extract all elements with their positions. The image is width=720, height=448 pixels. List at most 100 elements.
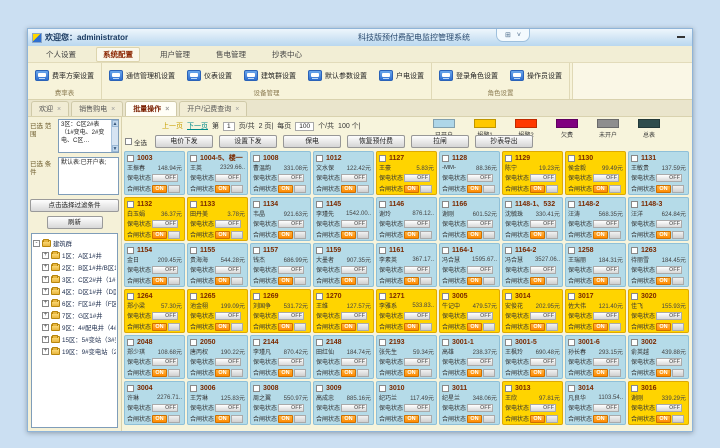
card-checkbox[interactable] (379, 339, 386, 346)
switch-on-toggle[interactable]: ON (341, 277, 356, 285)
power-keep-off-toggle[interactable]: OFF (593, 404, 619, 412)
expand-icon[interactable]: + (42, 300, 49, 307)
ribbon-button[interactable]: 通信管理机设置 (106, 68, 178, 83)
power-keep-off-toggle[interactable]: OFF (278, 174, 304, 182)
power-keep-off-toggle[interactable]: OFF (152, 266, 178, 274)
switch-on-toggle[interactable]: ON (530, 231, 545, 239)
switch-on-toggle[interactable]: ON (656, 185, 671, 193)
power-keep-off-toggle[interactable]: OFF (530, 358, 556, 366)
switch-on-toggle[interactable]: ON (593, 277, 608, 285)
card-checkbox[interactable] (568, 293, 575, 300)
power-keep-off-toggle[interactable]: OFF (530, 266, 556, 274)
switch-on-toggle[interactable]: ON (404, 369, 419, 377)
power-keep-off-toggle[interactable]: OFF (152, 220, 178, 228)
scroll-down-icon[interactable]: ▼ (112, 145, 119, 152)
switch-on-toggle[interactable]: ON (593, 231, 608, 239)
switch-on-toggle[interactable]: ON (152, 231, 167, 239)
switch-on-toggle[interactable]: ON (404, 323, 419, 331)
power-keep-off-toggle[interactable]: OFF (467, 404, 493, 412)
card-checkbox[interactable] (442, 201, 449, 208)
card-checkbox[interactable] (127, 201, 134, 208)
card-checkbox[interactable] (127, 293, 134, 300)
card-checkbox[interactable] (568, 155, 575, 162)
switch-on-toggle[interactable]: ON (278, 323, 293, 331)
power-keep-off-toggle[interactable]: OFF (593, 174, 619, 182)
card-checkbox[interactable] (442, 293, 449, 300)
card-checkbox[interactable] (631, 293, 638, 300)
card-checkbox[interactable] (127, 155, 134, 162)
menu-tab[interactable]: 售电管理 (210, 48, 252, 61)
power-keep-off-toggle[interactable]: OFF (341, 404, 367, 412)
switch-on-toggle[interactable]: ON (593, 369, 608, 377)
card-checkbox[interactable] (379, 201, 386, 208)
power-keep-off-toggle[interactable]: OFF (467, 358, 493, 366)
card-checkbox[interactable] (190, 247, 197, 254)
switch-on-toggle[interactable]: ON (656, 231, 671, 239)
switch-on-toggle[interactable]: ON (593, 323, 608, 331)
power-keep-off-toggle[interactable]: OFF (341, 266, 367, 274)
power-keep-off-toggle[interactable]: OFF (593, 312, 619, 320)
select-all[interactable]: 全选 (125, 137, 147, 147)
power-keep-off-toggle[interactable]: OFF (593, 358, 619, 366)
menu-tab[interactable]: 个人设置 (40, 48, 82, 61)
card-checkbox[interactable] (631, 201, 638, 208)
switch-on-toggle[interactable]: ON (656, 369, 671, 377)
listbox-scrollbar[interactable]: ▲ ▼ (111, 120, 118, 152)
switch-on-toggle[interactable]: ON (152, 415, 167, 423)
switch-on-toggle[interactable]: ON (278, 277, 293, 285)
card-checkbox[interactable] (316, 155, 323, 162)
doc-tab[interactable]: 销售购电× (71, 101, 123, 116)
tree-root[interactable]: -建筑群 (33, 237, 116, 249)
page-input[interactable]: 1 (223, 122, 235, 131)
expand-icon[interactable]: + (42, 348, 49, 355)
action-button[interactable]: 电价下发 (155, 135, 213, 148)
power-keep-off-toggle[interactable]: OFF (215, 220, 241, 228)
switch-on-toggle[interactable]: ON (278, 231, 293, 239)
power-keep-off-toggle[interactable]: OFF (467, 220, 493, 228)
selected-condition-box[interactable]: 默认表:已开户表; (58, 157, 119, 195)
action-button[interactable]: 保电 (283, 135, 341, 148)
switch-on-toggle[interactable]: ON (656, 277, 671, 285)
switch-on-toggle[interactable]: ON (341, 369, 356, 377)
power-keep-off-toggle[interactable]: OFF (530, 404, 556, 412)
power-keep-off-toggle[interactable]: OFF (467, 174, 493, 182)
card-checkbox[interactable] (568, 247, 575, 254)
switch-on-toggle[interactable]: ON (341, 323, 356, 331)
switch-on-toggle[interactable]: ON (341, 415, 356, 423)
close-icon[interactable]: × (165, 106, 169, 113)
switch-on-toggle[interactable]: ON (404, 185, 419, 193)
power-keep-off-toggle[interactable]: OFF (467, 266, 493, 274)
switch-on-toggle[interactable]: ON (152, 277, 167, 285)
card-checkbox[interactable] (127, 247, 134, 254)
power-keep-off-toggle[interactable]: OFF (593, 266, 619, 274)
tree-item[interactable]: +9区：4#配电井（4#配… (33, 321, 116, 333)
power-keep-off-toggle[interactable]: OFF (530, 174, 556, 182)
switch-on-toggle[interactable]: ON (152, 323, 167, 331)
power-keep-off-toggle[interactable]: OFF (215, 312, 241, 320)
doc-tab[interactable]: 开户/记费查询× (179, 101, 247, 116)
card-checkbox[interactable] (316, 385, 323, 392)
page-input[interactable]: 100 (295, 122, 314, 131)
switch-on-toggle[interactable]: ON (467, 185, 482, 193)
switch-on-toggle[interactable]: ON (341, 185, 356, 193)
ribbon-button[interactable]: 默认参数设置 (305, 68, 370, 83)
card-checkbox[interactable] (631, 339, 638, 346)
card-checkbox[interactable] (253, 293, 260, 300)
power-keep-off-toggle[interactable]: OFF (152, 358, 178, 366)
power-keep-off-toggle[interactable]: OFF (656, 220, 682, 228)
minimize-button[interactable] (674, 32, 688, 41)
switch-on-toggle[interactable]: ON (278, 415, 293, 423)
switch-on-toggle[interactable]: ON (215, 277, 230, 285)
power-keep-off-toggle[interactable]: OFF (341, 174, 367, 182)
card-checkbox[interactable] (505, 293, 512, 300)
power-keep-off-toggle[interactable]: OFF (530, 312, 556, 320)
power-keep-off-toggle[interactable]: OFF (593, 220, 619, 228)
card-checkbox[interactable] (316, 201, 323, 208)
power-keep-off-toggle[interactable]: OFF (215, 174, 241, 182)
card-checkbox[interactable] (253, 339, 260, 346)
card-checkbox[interactable] (253, 155, 260, 162)
card-checkbox[interactable] (568, 201, 575, 208)
switch-on-toggle[interactable]: ON (593, 415, 608, 423)
power-keep-off-toggle[interactable]: OFF (278, 220, 304, 228)
switch-on-toggle[interactable]: ON (215, 369, 230, 377)
